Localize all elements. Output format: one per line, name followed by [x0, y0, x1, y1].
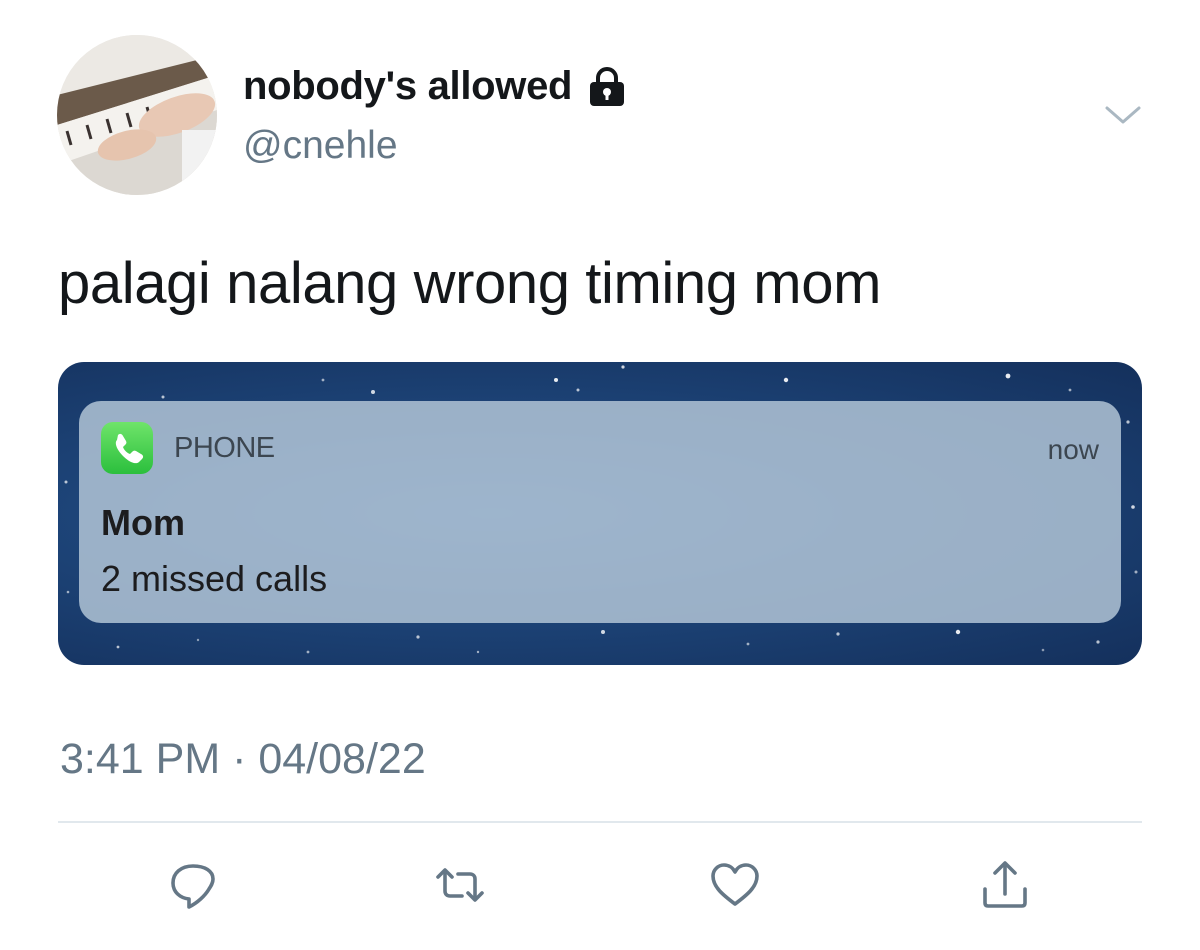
- heart-icon: [711, 863, 759, 906]
- phone-icon: [101, 422, 153, 474]
- notification-title: Mom: [101, 502, 185, 543]
- chevron-down-icon[interactable]: [1103, 100, 1143, 130]
- reply-button[interactable]: [163, 855, 223, 915]
- retweet-button[interactable]: [430, 855, 490, 915]
- lock-icon: [586, 66, 628, 107]
- notification-app-name: PHONE: [174, 432, 275, 464]
- retweet-icon: [436, 868, 484, 902]
- display-name-text: nobody's allowed: [243, 64, 573, 108]
- notification-body: 2 missed calls: [101, 558, 328, 599]
- display-name[interactable]: nobody's allowed: [243, 64, 628, 109]
- tweet-text: palagi nalang wrong timing mom: [58, 251, 881, 316]
- share-button[interactable]: [975, 855, 1035, 915]
- like-button[interactable]: [705, 855, 765, 915]
- handle[interactable]: @cnehle: [243, 124, 398, 168]
- notification-banner[interactable]: PHONE now Mom 2 missed calls: [79, 401, 1121, 623]
- piano-photo-avatar: [57, 35, 217, 195]
- notification-time: now: [1047, 434, 1099, 465]
- tweet-timestamp[interactable]: 3:41 PM · 04/08/22: [60, 735, 426, 784]
- reply-icon: [171, 864, 215, 909]
- divider: [58, 821, 1142, 823]
- avatar[interactable]: [57, 35, 217, 195]
- share-icon: [983, 861, 1027, 908]
- tweet-media[interactable]: PHONE now Mom 2 missed calls: [58, 362, 1142, 665]
